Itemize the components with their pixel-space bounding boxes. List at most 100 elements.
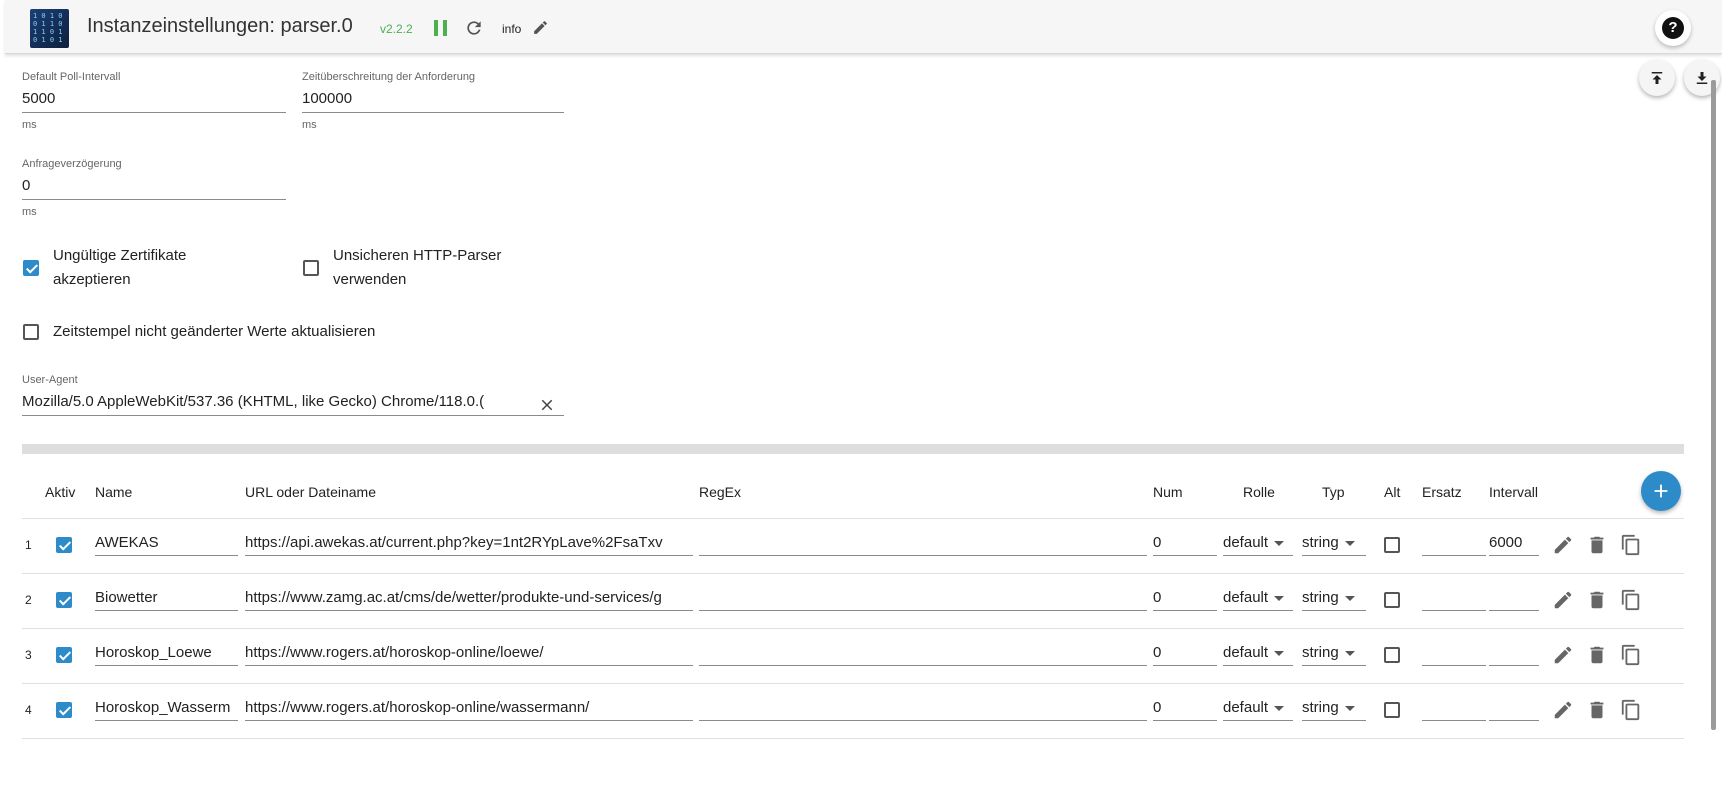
row-intervall-input[interactable]: 6000 bbox=[1489, 531, 1539, 556]
scrollbar-thumb[interactable] bbox=[1711, 80, 1716, 730]
chevron-down-icon bbox=[1344, 540, 1355, 546]
request-delay-unit: ms bbox=[22, 206, 37, 218]
row-typ-value: string bbox=[1302, 699, 1339, 716]
row-num-input[interactable]: 0 bbox=[1153, 586, 1217, 611]
help-button[interactable]: ? bbox=[1655, 10, 1691, 46]
invalid-certs-checkbox[interactable] bbox=[23, 260, 39, 276]
timeout-field[interactable]: Zeitüberschreitung der Anforderung 10000… bbox=[302, 71, 564, 131]
row-regex-input[interactable] bbox=[699, 696, 1147, 721]
user-agent-input[interactable]: Mozilla/5.0 AppleWebKit/537.36 (KHTML, l… bbox=[22, 393, 564, 416]
delete-icon[interactable] bbox=[1586, 699, 1608, 721]
upload-config-button[interactable] bbox=[1639, 60, 1675, 96]
version-label: v2.2.2 bbox=[380, 22, 413, 36]
row-rolle-select[interactable]: default bbox=[1223, 696, 1293, 721]
row-url-input[interactable]: https://www.zamg.ac.at/cms/de/wetter/pro… bbox=[245, 586, 693, 611]
timeout-input[interactable]: 100000 bbox=[302, 90, 564, 113]
row-rolle-value: default bbox=[1223, 534, 1269, 551]
row-regex-input[interactable] bbox=[699, 531, 1147, 556]
row-regex-input[interactable] bbox=[699, 641, 1147, 666]
row-name-input[interactable]: Horoskop_Loewe bbox=[95, 641, 238, 666]
col-num: Num bbox=[1153, 484, 1183, 500]
row-alt-checkbox[interactable] bbox=[1384, 592, 1400, 608]
row-name-input[interactable]: Biowetter bbox=[95, 586, 238, 611]
app-window: 1 0 1 0 0 1 1 0 1 1 0 1 0 1 0 1 Instanze… bbox=[0, 0, 1722, 786]
row-url-input[interactable]: https://www.rogers.at/horoskop-online/lo… bbox=[245, 641, 693, 666]
col-url: URL oder Dateiname bbox=[245, 484, 376, 500]
delete-icon[interactable] bbox=[1586, 534, 1608, 556]
row-ersatz-input[interactable] bbox=[1422, 531, 1486, 556]
row-typ-select[interactable]: string bbox=[1302, 531, 1366, 556]
poll-interval-input[interactable]: 5000 bbox=[22, 90, 286, 113]
insecure-http-checkbox[interactable] bbox=[303, 260, 319, 276]
edit-icon[interactable] bbox=[1552, 644, 1574, 666]
copy-icon[interactable] bbox=[1620, 644, 1642, 666]
update-unchanged-checkbox[interactable] bbox=[23, 324, 39, 340]
page-title: Instanzeinstellungen: parser.0 bbox=[87, 15, 353, 37]
row-rolle-select[interactable]: default bbox=[1223, 531, 1293, 556]
row-name-input[interactable]: AWEKAS bbox=[95, 531, 238, 556]
row-url-input[interactable]: https://api.awekas.at/current.php?key=1n… bbox=[245, 531, 693, 556]
row-num-input[interactable]: 0 bbox=[1153, 531, 1217, 556]
row-typ-select[interactable]: string bbox=[1302, 696, 1366, 721]
row-active-checkbox[interactable] bbox=[56, 702, 72, 718]
timeout-unit: ms bbox=[302, 119, 317, 131]
plus-icon bbox=[1654, 484, 1668, 498]
row-num-input[interactable]: 0 bbox=[1153, 641, 1217, 666]
row-index: 2 bbox=[25, 593, 32, 607]
table-row: 3 Horoskop_Loewe https://www.rogers.at/hor… bbox=[22, 628, 1684, 684]
pause-icon[interactable] bbox=[434, 20, 448, 36]
insecure-http-label: Unsicheren HTTP-Parser verwenden bbox=[333, 244, 501, 292]
reload-icon[interactable] bbox=[464, 18, 484, 38]
copy-icon[interactable] bbox=[1620, 699, 1642, 721]
table-row: 1 AWEKAS https://api.awekas.at/current.php… bbox=[22, 518, 1684, 574]
request-delay-input[interactable]: 0 bbox=[22, 177, 286, 200]
edit-icon[interactable] bbox=[532, 19, 549, 36]
row-intervall-input[interactable] bbox=[1489, 696, 1539, 721]
row-rolle-select[interactable]: default bbox=[1223, 641, 1293, 666]
row-regex-input[interactable] bbox=[699, 586, 1147, 611]
row-intervall-input[interactable] bbox=[1489, 641, 1539, 666]
row-url-input[interactable]: https://www.rogers.at/horoskop-online/wa… bbox=[245, 696, 693, 721]
add-row-button[interactable] bbox=[1641, 471, 1681, 511]
copy-icon[interactable] bbox=[1620, 589, 1642, 611]
row-typ-select[interactable]: string bbox=[1302, 586, 1366, 611]
row-typ-select[interactable]: string bbox=[1302, 641, 1366, 666]
user-agent-field[interactable]: User-Agent Mozilla/5.0 AppleWebKit/537.3… bbox=[22, 374, 564, 416]
chevron-down-icon bbox=[1274, 705, 1285, 711]
poll-interval-unit: ms bbox=[22, 119, 37, 131]
col-aktiv: Aktiv bbox=[45, 484, 76, 500]
edit-icon[interactable] bbox=[1552, 699, 1574, 721]
request-delay-field[interactable]: Anfrageverzögerung 0 ms bbox=[22, 158, 286, 218]
edit-icon[interactable] bbox=[1552, 534, 1574, 556]
row-rolle-select[interactable]: default bbox=[1223, 586, 1293, 611]
row-ersatz-input[interactable] bbox=[1422, 641, 1486, 666]
poll-interval-field[interactable]: Default Poll-Intervall 5000 ms bbox=[22, 71, 286, 131]
row-num-input[interactable]: 0 bbox=[1153, 696, 1217, 721]
row-active-checkbox[interactable] bbox=[56, 647, 72, 663]
row-alt-checkbox[interactable] bbox=[1384, 647, 1400, 663]
row-typ-value: string bbox=[1302, 644, 1339, 661]
row-rolle-value: default bbox=[1223, 699, 1269, 716]
delete-icon[interactable] bbox=[1586, 589, 1608, 611]
copy-icon[interactable] bbox=[1620, 534, 1642, 556]
row-rolle-value: default bbox=[1223, 589, 1269, 606]
chevron-down-icon bbox=[1274, 540, 1285, 546]
row-ersatz-input[interactable] bbox=[1422, 696, 1486, 721]
col-alt: Alt bbox=[1384, 484, 1401, 500]
row-alt-checkbox[interactable] bbox=[1384, 537, 1400, 553]
row-intervall-input[interactable] bbox=[1489, 586, 1539, 611]
delete-icon[interactable] bbox=[1586, 644, 1608, 666]
timeout-label: Zeitüberschreitung der Anforderung bbox=[302, 71, 476, 83]
invalid-certs-label: Ungültige Zertifikate akzeptieren bbox=[53, 244, 186, 292]
clear-icon[interactable] bbox=[538, 396, 556, 414]
row-name-input[interactable]: Horoskop_Wasserm bbox=[95, 696, 238, 721]
col-name: Name bbox=[95, 484, 133, 500]
row-index: 4 bbox=[25, 703, 32, 717]
col-ersatz: Ersatz bbox=[1422, 484, 1462, 500]
row-active-checkbox[interactable] bbox=[56, 592, 72, 608]
row-active-checkbox[interactable] bbox=[56, 537, 72, 553]
scrollbar[interactable] bbox=[1709, 70, 1719, 740]
row-alt-checkbox[interactable] bbox=[1384, 702, 1400, 718]
edit-icon[interactable] bbox=[1552, 589, 1574, 611]
row-ersatz-input[interactable] bbox=[1422, 586, 1486, 611]
